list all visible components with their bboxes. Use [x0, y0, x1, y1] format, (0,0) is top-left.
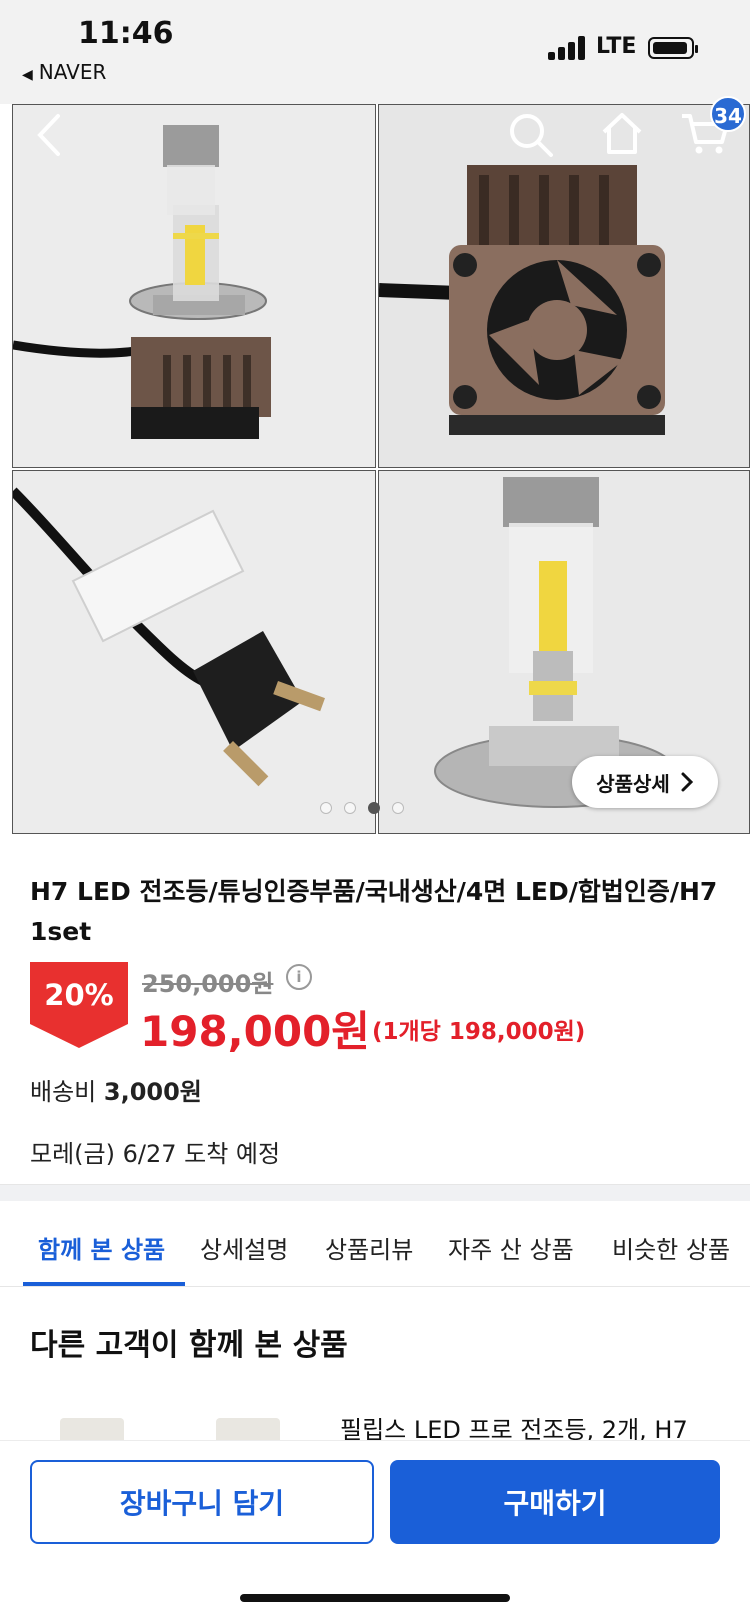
signal-icon: [548, 36, 586, 60]
product-image-gallery[interactable]: [12, 104, 750, 834]
product-title: H7 LED 전조등/튜닝인증부품/국내생산/4면 LED/합법인증/H7 1s…: [30, 877, 718, 946]
arrival-estimate: 모레(금) 6/27 도착 예정: [30, 1140, 281, 1168]
product-photo-connector: [12, 470, 376, 834]
gallery-pagination: [320, 802, 404, 816]
home-icon[interactable]: [600, 110, 644, 156]
back-icon[interactable]: [30, 110, 70, 160]
shipping-label: 배송비: [30, 1078, 97, 1106]
status-time: 11:46: [78, 16, 174, 51]
product-photo-fan-closeup: [378, 104, 750, 468]
cart-count-badge: 34: [710, 96, 746, 132]
tab-similar[interactable]: 비슷한 상품: [612, 1230, 730, 1265]
discount-rate: 20%: [44, 978, 114, 1012]
recommend-thumbnail[interactable]: [216, 1418, 280, 1440]
search-icon[interactable]: [508, 112, 554, 158]
tab-details[interactable]: 상세설명: [200, 1230, 288, 1265]
back-triangle-icon: ◀: [22, 67, 33, 83]
tab-frequently-bought[interactable]: 자주 산 상품: [448, 1230, 574, 1265]
tab-reviews[interactable]: 상품리뷰: [325, 1230, 413, 1265]
product-detail-label: 상품상세: [596, 771, 670, 796]
original-price: 250,000원: [142, 970, 274, 998]
battery-icon: [648, 37, 698, 59]
back-app-label: NAVER: [38, 60, 107, 84]
chevron-right-icon: [681, 772, 693, 792]
buy-now-button[interactable]: 구매하기: [390, 1460, 720, 1544]
product-detail-button[interactable]: 상품상세: [572, 756, 718, 808]
tab-viewed-together[interactable]: 함께 본 상품: [38, 1230, 165, 1265]
active-tab-indicator: [23, 1282, 185, 1286]
add-to-cart-button[interactable]: 장바구니 담기: [30, 1460, 374, 1544]
back-to-app-link[interactable]: ◀ NAVER: [22, 60, 106, 84]
home-indicator[interactable]: [240, 1594, 510, 1602]
status-bar: 11:46 ◀ NAVER LTE: [0, 0, 750, 104]
pagination-dot[interactable]: [344, 802, 356, 814]
recommend-section-title: 다른 고객이 함께 본 상품: [30, 1328, 348, 1363]
discount-badge: 20%: [30, 962, 128, 1048]
section-divider: [0, 1184, 750, 1201]
recommend-thumbnail[interactable]: [60, 1418, 124, 1440]
shipping-value: 3,000원: [103, 1078, 202, 1106]
shipping-fee: 배송비 3,000원: [30, 1072, 202, 1107]
info-icon[interactable]: i: [286, 964, 312, 990]
pagination-dot-active[interactable]: [368, 802, 380, 814]
network-label: LTE: [596, 34, 637, 59]
product-tabs: 함께 본 상품 상세설명 상품리뷰 자주 산 상품 비슷한 상품: [0, 1200, 750, 1287]
pagination-dot[interactable]: [392, 802, 404, 814]
sale-price: 198,000원: [140, 1007, 370, 1056]
pagination-dot[interactable]: [320, 802, 332, 814]
unit-price: (1개당 198,000원): [372, 1019, 586, 1045]
